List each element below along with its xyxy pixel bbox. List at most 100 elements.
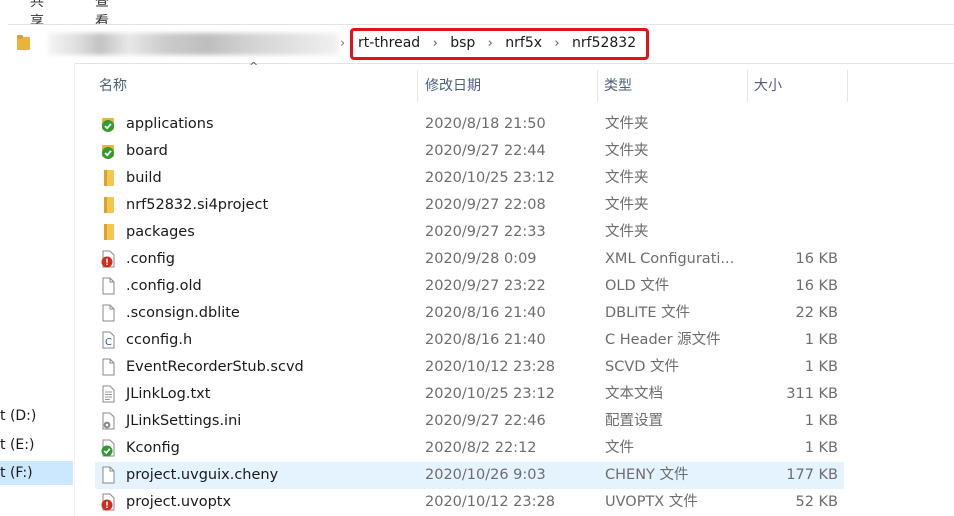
sort-ascending-icon: ^ [249, 60, 259, 73]
file-size: 1 KB [804, 332, 838, 348]
file-name: nrf52832.si4project [126, 197, 269, 213]
file-row[interactable]: .config 2020/9/28 0:09 XML Configurati..… [95, 246, 844, 273]
file-date: 2020/10/12 23:28 [425, 494, 555, 510]
column-divider[interactable] [747, 70, 748, 102]
chevron-right-icon[interactable]: › [422, 36, 448, 51]
file-date: 2020/10/25 23:12 [425, 170, 555, 186]
file-row[interactable]: packages 2020/9/27 22:33 文件夹 [95, 219, 844, 246]
column-header-date[interactable]: 修改日期 [425, 64, 481, 102]
file-row[interactable]: .sconsign.dblite 2020/8/16 21:40 DBLITE … [95, 300, 844, 327]
file-row-hovered[interactable]: project.uvguix.cheny 2020/10/26 9:03 CHE… [95, 462, 844, 489]
file-name: Kconfig [126, 440, 180, 456]
file-type: UVOPTX 文件 [605, 494, 698, 510]
file-row[interactable]: JLinkLog.txt 2020/10/25 23:12 文本文档 311 K… [95, 381, 844, 408]
file-git-ok-icon [101, 439, 115, 457]
navigation-pane: t (D:) t (E:) t (F:) [0, 62, 74, 516]
file-row[interactable]: JLinkSettings.ini 2020/9/27 22:46 配置设置 1… [95, 408, 844, 435]
file-size: 16 KB [795, 251, 838, 267]
breadcrumb-item[interactable]: bsp [448, 35, 477, 51]
file-type: C Header 源文件 [605, 332, 721, 348]
file-name: packages [126, 224, 195, 240]
file-list: applications 2020/8/18 21:50 文件夹 board 2… [95, 111, 844, 516]
file-type: 配置设置 [605, 413, 663, 429]
file-row[interactable]: EventRecorderStub.scvd 2020/10/12 23:28 … [95, 354, 844, 381]
folder-git-ok-icon [102, 145, 114, 159]
file-size: 22 KB [795, 305, 838, 321]
file-type: OLD 文件 [605, 278, 670, 294]
pane-divider [74, 62, 75, 516]
chevron-right-icon[interactable]: › [340, 36, 345, 51]
file-name: cconfig.h [126, 332, 193, 348]
file-name: JLinkLog.txt [126, 386, 211, 402]
nav-drive-e[interactable]: t (E:) [0, 433, 34, 457]
file-size: 1 KB [804, 359, 838, 375]
nav-drive-f[interactable]: t (F:) [0, 461, 73, 485]
column-divider[interactable] [847, 70, 848, 102]
folder-git-ok-icon [102, 118, 114, 132]
file-date: 2020/9/27 22:33 [425, 224, 546, 240]
column-header-size[interactable]: 大小 [754, 64, 782, 102]
file-size: 1 KB [804, 413, 838, 429]
file-date: 2020/9/27 22:08 [425, 197, 546, 213]
chevron-right-icon[interactable]: › [477, 36, 503, 51]
file-type: 文件夹 [605, 197, 649, 213]
file-row[interactable]: .config.old 2020/9/27 23:22 OLD 文件 16 KB [95, 273, 844, 300]
blurred-path [48, 33, 338, 55]
file-date: 2020/8/16 21:40 [425, 332, 546, 348]
file-git-modified-icon [101, 250, 115, 268]
file-type: CHENY 文件 [605, 467, 689, 483]
file-size: 1 KB [804, 440, 838, 456]
file-type: 文件夹 [605, 224, 649, 240]
file-name: project.uvoptx [126, 494, 232, 510]
file-type: DBLITE 文件 [605, 305, 691, 321]
file-date: 2020/9/27 22:46 [425, 413, 546, 429]
breadcrumb-item[interactable]: nrf52832 [570, 35, 638, 51]
file-type: 文本文档 [605, 386, 663, 402]
file-size: 52 KB [795, 494, 838, 510]
file-icon [102, 277, 115, 295]
folder-icon [104, 170, 114, 186]
nav-drive-d[interactable]: t (D:) [0, 404, 36, 428]
column-header-name[interactable]: 名称 [99, 64, 127, 102]
file-row[interactable]: board 2020/9/27 22:44 文件夹 [95, 138, 844, 165]
file-row[interactable]: applications 2020/8/18 21:50 文件夹 [95, 111, 844, 138]
file-row[interactable]: Kconfig 2020/8/2 22:12 文件 1 KB [95, 435, 844, 462]
file-date: 2020/8/16 21:40 [425, 305, 546, 321]
c-header-icon: C [102, 331, 115, 349]
column-divider[interactable] [597, 70, 598, 102]
svg-text:C: C [105, 337, 112, 348]
breadcrumb-item[interactable]: rt-thread [356, 35, 422, 51]
chevron-right-icon[interactable]: › [544, 36, 570, 51]
folder-icon [17, 35, 30, 50]
column-header-type[interactable]: 类型 [604, 64, 632, 102]
file-row[interactable]: project.uvoptx 2020/10/12 23:28 UVOPTX 文… [95, 489, 844, 516]
file-name: build [126, 170, 162, 186]
file-date: 2020/9/28 0:09 [425, 251, 537, 267]
file-icon [102, 466, 115, 484]
file-type: XML Configurati... [605, 251, 735, 267]
file-name: .config [126, 251, 175, 267]
file-date: 2020/10/26 9:03 [425, 467, 546, 483]
folder-icon [104, 224, 114, 240]
file-type: SCVD 文件 [605, 359, 680, 375]
file-icon [102, 358, 115, 376]
file-name: .config.old [126, 278, 202, 294]
address-bar[interactable]: › rt-thread › bsp › nrf5x › nrf52832 [8, 24, 954, 64]
file-size: 177 KB [786, 467, 838, 483]
settings-file-icon [102, 412, 115, 430]
file-row[interactable]: nrf52832.si4project 2020/9/27 22:08 文件夹 [95, 192, 844, 219]
column-divider[interactable] [417, 70, 418, 102]
file-type: 文件 [605, 440, 634, 456]
file-date: 2020/9/27 22:44 [425, 143, 546, 159]
file-row[interactable]: C cconfig.h 2020/8/16 21:40 C Header 源文件… [95, 327, 844, 354]
file-date: 2020/8/18 21:50 [425, 116, 546, 132]
file-name: JLinkSettings.ini [126, 413, 242, 429]
breadcrumb-item[interactable]: nrf5x [503, 35, 544, 51]
file-icon [102, 304, 115, 322]
file-row[interactable]: build 2020/10/25 23:12 文件夹 [95, 165, 844, 192]
file-date: 2020/10/12 23:28 [425, 359, 555, 375]
file-name: applications [126, 116, 214, 132]
file-type: 文件夹 [605, 143, 649, 159]
file-type: 文件夹 [605, 116, 649, 132]
folder-icon [104, 197, 114, 213]
